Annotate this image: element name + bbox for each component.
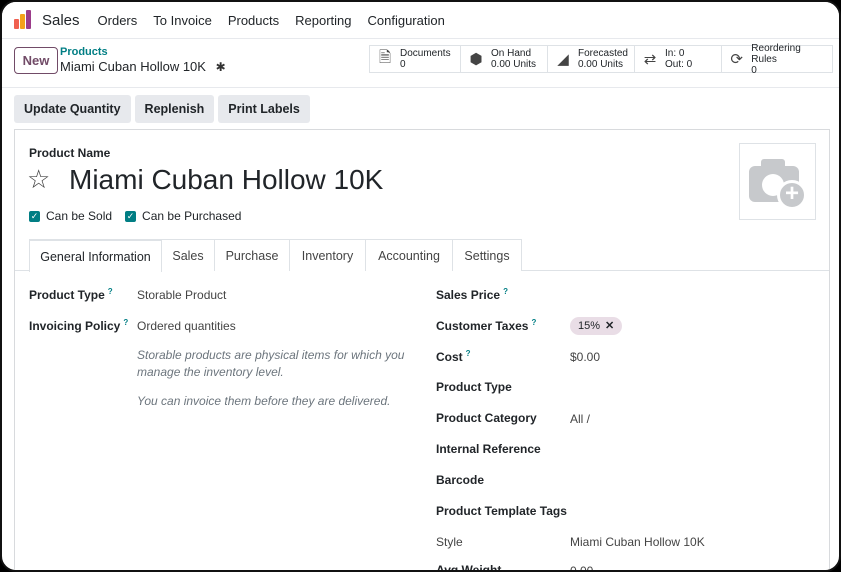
documents-button[interactable]: 🗎 Documents 0 [369,45,461,73]
avg-weight-value[interactable]: 0.00 [570,564,593,570]
app-window: Sales Orders To Invoice Products Reporti… [0,0,841,572]
forecasted-button[interactable]: ◢ Forecasted 0.00 Units [547,45,635,73]
control-panel: New Products Miami Cuban Hollow 10K ✱ 🗎 … [2,38,839,88]
menu-orders[interactable]: Orders [98,13,138,28]
style-label: Style [436,535,463,549]
can-be-sold-checkbox[interactable]: ✓ [29,210,40,222]
menu-to-invoice[interactable]: To Invoice [153,13,212,28]
cost-value[interactable]: $0.00 [570,350,600,364]
form-sheet: Product Name ☆ Miami Cuban Hollow 10K + … [14,129,830,572]
print-labels-button[interactable]: Print Labels [218,95,310,123]
exchange-icon: ⇄ [643,51,657,68]
checkbox-row: ✓ Can be Sold ✓ Can be Purchased [29,209,254,223]
close-icon[interactable]: ✕ [605,320,614,332]
reordering-value: 0 [751,64,757,76]
tab-general-information[interactable]: General Information [29,239,162,272]
in-label: In: 0 [665,48,685,59]
product-type-help: Storable products are physical items for… [137,348,405,379]
customer-taxes-label: Customer Taxes? [436,318,537,333]
on-hand-value: 0.00 Units [491,59,537,70]
menu-reporting[interactable]: Reporting [295,13,351,28]
product-template-tags-label: Product Template Tags [436,504,567,518]
can-be-purchased-checkbox[interactable]: ✓ [125,210,137,222]
documents-value: 0 [400,59,406,70]
style-value[interactable]: Miami Cuban Hollow 10K [570,535,705,549]
area-chart-icon: ◢ [557,51,569,68]
invoicing-policy-value[interactable]: Ordered quantities [137,319,236,333]
tab-purchase[interactable]: Purchase [214,239,290,271]
add-icon: + [777,180,807,210]
tab-accounting[interactable]: Accounting [365,239,453,271]
breadcrumb-products-link[interactable]: Products [60,46,226,58]
forecasted-value: 0.00 Units [577,59,623,70]
gear-icon[interactable]: ✱ [216,60,226,74]
replenish-button[interactable]: Replenish [134,95,215,123]
menu-products[interactable]: Products [228,13,279,28]
product-type-value[interactable]: Storable Product [137,288,226,302]
product-type-right-label: Product Type [436,380,512,394]
cubes-icon: ⬢ [469,51,483,68]
tax-badge-label: 15% [578,320,601,332]
product-name-label: Product Name [29,146,111,160]
tab-sales[interactable]: Sales [161,239,215,271]
internal-reference-label: Internal Reference [436,442,541,456]
sales-price-label: Sales Price? [436,287,508,302]
out-label: Out: 0 [665,59,693,70]
can-be-purchased-label: Can be Purchased [142,209,242,223]
tab-inventory[interactable]: Inventory [289,239,366,271]
can-be-sold-label: Can be Sold [46,209,113,223]
product-name-input[interactable]: Miami Cuban Hollow 10K [69,164,383,196]
app-name[interactable]: Sales [42,12,80,29]
product-type-label: Product Type? [29,287,113,302]
product-category-label: Product Category [436,411,537,425]
refresh-icon: ⟳ [730,51,743,68]
barcode-label: Barcode [436,473,485,487]
invoicing-help: You can invoice them before they are del… [137,394,391,408]
invoicing-policy-label: Invoicing Policy? [29,318,129,333]
on-hand-button[interactable]: ⬢ On Hand 0.00 Units [460,45,548,73]
update-quantity-button[interactable]: Update Quantity [14,95,131,123]
new-button[interactable]: New [14,47,58,74]
avg-weight-label: Avg Weight [436,563,502,572]
product-category-value[interactable]: All / [570,412,590,426]
cost-label: Cost? [436,349,471,364]
star-icon[interactable]: ☆ [27,164,50,195]
document-icon: 🗎 [378,48,392,66]
on-hand-label: On Hand [491,48,532,59]
smart-buttons: 🗎 Documents 0 ⬢ On Hand 0.00 Units ◢ Forec… [369,42,833,76]
top-navbar: Sales Orders To Invoice Products Reporti… [2,2,839,38]
action-bar: Update Quantity Replenish Print Labels [14,95,314,123]
product-image[interactable]: + [739,143,816,220]
sales-app-icon[interactable] [14,10,34,30]
forecasted-label: Forecasted [577,48,628,59]
menu-configuration[interactable]: Configuration [368,13,445,28]
documents-label: Documents [400,48,451,59]
tax-badge[interactable]: 15% ✕ [570,317,623,335]
breadcrumb: Products Miami Cuban Hollow 10K ✱ [60,46,226,74]
reordering-label: Reordering Rules [751,42,801,65]
breadcrumb-current: Miami Cuban Hollow 10K [60,59,206,74]
notebook-tabs: General Information Sales Purchase Inven… [15,239,829,272]
tab-settings[interactable]: Settings [452,239,522,271]
in-out-button[interactable]: ⇄ In: 0 Out: 0 [634,45,722,73]
reordering-rules-button[interactable]: ⟳ Reordering Rules 0 [721,42,833,76]
